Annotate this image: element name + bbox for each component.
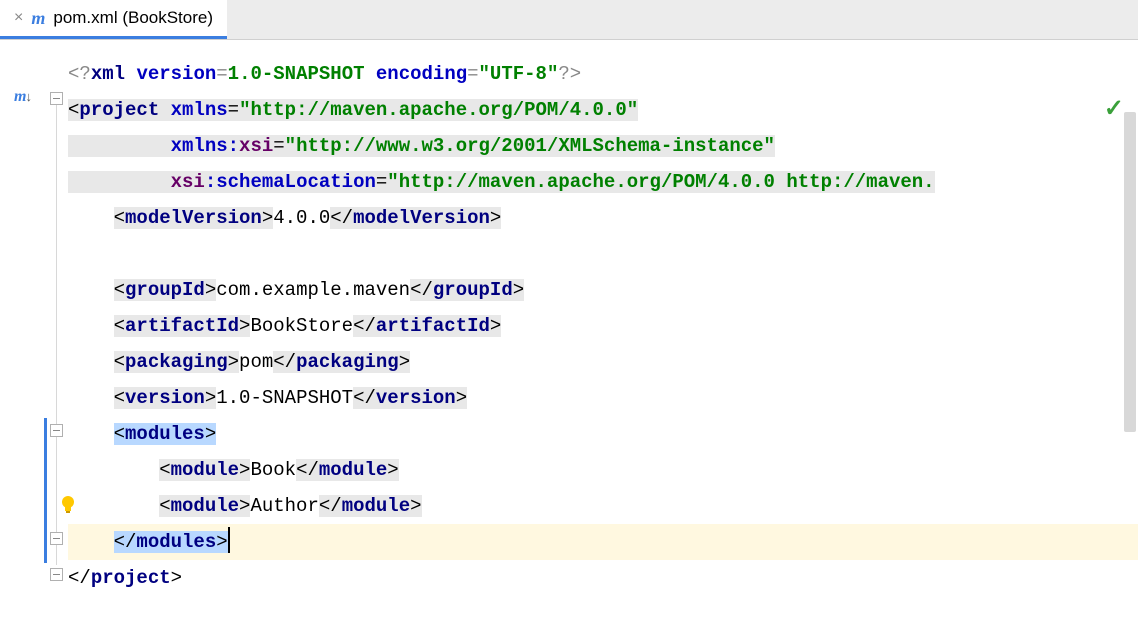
editor-area: m <?xml version=1.0-SNAPSHOT encoding="U…	[0, 40, 1138, 630]
inspection-ok-icon[interactable]: ✓	[1104, 94, 1124, 124]
fold-toggle-icon[interactable]	[50, 532, 63, 545]
code-line[interactable]: <modules>	[68, 416, 1138, 452]
scrollbar[interactable]	[1124, 112, 1136, 632]
code-line[interactable]	[68, 236, 1138, 272]
close-icon[interactable]: ×	[14, 9, 23, 27]
code-line[interactable]: <project xmlns="http://maven.apache.org/…	[68, 92, 1138, 128]
intention-bulb-icon[interactable]	[58, 494, 78, 514]
left-gutter: m	[0, 40, 48, 630]
tab-filename: pom.xml (BookStore)	[53, 8, 213, 28]
code-line[interactable]: <version>1.0-SNAPSHOT</version>	[68, 380, 1138, 416]
code-line[interactable]: </modules>	[68, 524, 1138, 560]
scrollbar-thumb[interactable]	[1124, 112, 1136, 432]
code-line[interactable]: </project>	[68, 560, 1138, 596]
code-editor[interactable]: <?xml version=1.0-SNAPSHOT encoding="UTF…	[68, 40, 1138, 630]
change-marker	[44, 418, 47, 563]
fold-gutter	[48, 40, 68, 630]
text-cursor	[228, 527, 230, 553]
tab-bar: × m pom.xml (BookStore)	[0, 0, 1138, 40]
fold-toggle-icon[interactable]	[50, 424, 63, 437]
fold-line	[56, 105, 57, 565]
code-line[interactable]: <artifactId>BookStore</artifactId>	[68, 308, 1138, 344]
code-line[interactable]: <groupId>com.example.maven</groupId>	[68, 272, 1138, 308]
editor-tab[interactable]: × m pom.xml (BookStore)	[0, 0, 227, 39]
code-line[interactable]: <modelVersion>4.0.0</modelVersion>	[68, 200, 1138, 236]
maven-file-icon: m	[31, 8, 45, 29]
code-line[interactable]: <packaging>pom</packaging>	[68, 344, 1138, 380]
fold-toggle-icon[interactable]	[50, 568, 63, 581]
maven-gutter-icon[interactable]: m	[14, 88, 32, 106]
code-line[interactable]: <module>Book</module>	[68, 452, 1138, 488]
fold-toggle-icon[interactable]	[50, 92, 63, 105]
code-line[interactable]: xmlns:xsi="http://www.w3.org/2001/XMLSch…	[68, 128, 1138, 164]
code-line[interactable]: <module>Author</module>	[68, 488, 1138, 524]
code-line[interactable]: <?xml version=1.0-SNAPSHOT encoding="UTF…	[68, 56, 1138, 92]
code-line[interactable]: xsi:schemaLocation="http://maven.apache.…	[68, 164, 1138, 200]
